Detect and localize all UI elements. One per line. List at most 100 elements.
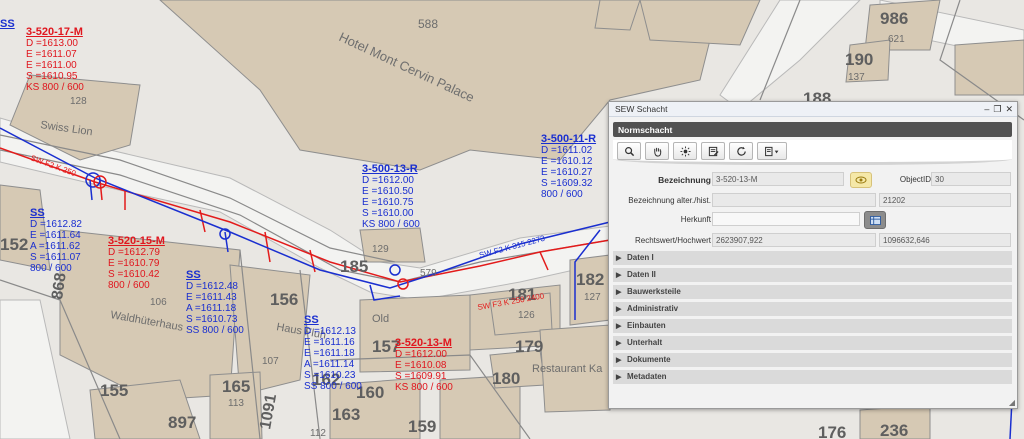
edit-form-button[interactable] <box>701 142 725 160</box>
manhole-id: 3-500-11-R <box>541 133 597 145</box>
manhole-value: S =1610.73 <box>186 314 238 325</box>
herkunft-picker-button[interactable] <box>864 211 886 229</box>
accordion-daten-i[interactable]: ▶ Daten I <box>613 251 1012 266</box>
manhole-id: 3-520-17-M <box>26 26 83 38</box>
manhole-id: SS <box>30 207 45 219</box>
objectid-field[interactable]: 30 <box>931 172 1011 186</box>
manhole-label-ss-1[interactable]: SS D =1612.82 E =1611.64 A =1611.62 S =16… <box>30 186 82 275</box>
accordion-label: Daten II <box>627 270 656 279</box>
section-title: Normschacht <box>618 125 673 135</box>
manhole-value: D =1612.79 <box>108 247 160 258</box>
manhole-value: E =1611.07 <box>26 49 77 60</box>
resize-grip-icon[interactable]: ◢ <box>1009 398 1015 407</box>
svg-text:179: 179 <box>515 337 543 356</box>
rechtswert-field[interactable]: 2623907,922 <box>712 233 876 247</box>
manhole-value: D =1612.13 <box>304 326 356 337</box>
manhole-label-3-500-11-r[interactable]: 3-500-11-R D =1611.02 E =1610.12 E =1610.… <box>541 112 597 201</box>
svg-text:112: 112 <box>310 428 326 439</box>
caret-right-icon: ▶ <box>616 357 622 364</box>
accordion-bauwerksteile[interactable]: ▶ Bauwerksteile <box>613 285 1012 300</box>
bezeichnung-field[interactable]: 3-520-13-M <box>712 172 844 186</box>
manhole-value: S =1609.32 <box>541 178 593 189</box>
manhole-value: D =1612.00 <box>362 175 414 186</box>
manhole-value: D =1612.48 <box>186 281 238 292</box>
restore-icon[interactable]: ❐ <box>993 104 1001 114</box>
manhole-value: A =1611.14 <box>304 359 355 370</box>
panel-title: SEW Schacht <box>615 104 668 114</box>
svg-text:126: 126 <box>518 310 535 321</box>
manhole-id: 3-520-15-M <box>108 235 165 247</box>
manhole-value: S =1611.07 <box>30 252 81 263</box>
manhole-value: E =1611.64 <box>30 230 81 241</box>
eye-icon <box>855 176 867 184</box>
hochwert-field[interactable]: 1096632,646 <box>879 233 1011 247</box>
caret-right-icon: ▶ <box>616 306 622 313</box>
manhole-label-ss-3[interactable]: SS D =1612.13 E =1611.16 E =1611.18 A =16… <box>304 293 362 393</box>
manhole-id: 3-520-13-M <box>395 337 452 349</box>
bezeichnung-alt-field[interactable] <box>712 193 876 207</box>
accordion-daten-ii[interactable]: ▶ Daten II <box>613 268 1012 283</box>
manhole-value: SS 800 / 600 <box>304 381 362 392</box>
manhole-value: KS 800 / 600 <box>362 219 420 230</box>
edit-list-icon <box>765 146 779 156</box>
accordion-label: Bauwerksteile <box>627 287 681 296</box>
zoom-button[interactable] <box>617 142 641 160</box>
manhole-value: E =1611.43 <box>186 292 237 303</box>
svg-text:165: 165 <box>222 377 250 396</box>
accordion-label: Unterhalt <box>627 338 663 347</box>
close-icon[interactable]: ✕ <box>1005 104 1013 114</box>
accordion-metadaten[interactable]: ▶ Metadaten <box>613 370 1012 385</box>
accordion-unterhalt[interactable]: ▶ Unterhalt <box>613 336 1012 351</box>
svg-text:128: 128 <box>70 96 87 107</box>
svg-text:897: 897 <box>168 413 196 432</box>
edit-list-dropdown[interactable] <box>757 142 787 160</box>
manhole-label-ss-4[interactable]: SS <box>0 0 15 41</box>
accordion-administrativ[interactable]: ▶ Administrativ <box>613 302 1012 317</box>
panel-toolbar <box>613 140 1012 165</box>
accordion-label: Einbauten <box>627 321 666 330</box>
panel-titlebar[interactable]: SEW Schacht – ❐ ✕ <box>609 102 1017 117</box>
manhole-value: D =1612.82 <box>30 219 82 230</box>
highlight-button[interactable] <box>673 142 697 160</box>
herkunft-field[interactable] <box>712 212 860 226</box>
manhole-value: E =1610.75 <box>362 197 414 208</box>
svg-text:185: 185 <box>340 257 368 276</box>
section-header: Normschacht <box>613 122 1012 137</box>
accordion-dokumente[interactable]: ▶ Dokumente <box>613 353 1012 368</box>
manhole-value: E =1610.08 <box>395 360 447 371</box>
manhole-label-3-500-13-r[interactable]: 3-500-13-R D =1612.00 E =1610.50 E =1610.… <box>362 142 420 231</box>
svg-text:Restaurant Ka: Restaurant Ka <box>532 363 603 375</box>
minimize-icon[interactable]: – <box>984 104 989 114</box>
manhole-value: E =1611.00 <box>26 60 77 71</box>
pan-button[interactable] <box>645 142 669 160</box>
caret-right-icon: ▶ <box>616 374 622 381</box>
manhole-value: S =1609.91 <box>395 371 447 382</box>
locate-button[interactable] <box>850 172 872 188</box>
manhole-label-ss-2[interactable]: SS D =1612.48 E =1611.43 A =1611.18 S =16… <box>186 248 244 337</box>
svg-text:107: 107 <box>262 356 279 367</box>
manhole-value: E =1610.79 <box>108 258 160 269</box>
caret-right-icon: ▶ <box>616 340 622 347</box>
map-label-588: 588 <box>418 17 438 31</box>
svg-text:127: 127 <box>584 292 601 303</box>
manhole-label-3-520-17-m[interactable]: 3-520-17-M D =1613.00 E =1611.07 E =1611.… <box>26 5 84 94</box>
bezeichnung-hist-field[interactable]: 21202 <box>879 193 1011 207</box>
svg-text:176: 176 <box>818 423 846 439</box>
refresh-button[interactable] <box>729 142 753 160</box>
svg-text:106: 106 <box>150 297 167 308</box>
accordion-label: Daten I <box>627 253 654 262</box>
manhole-label-3-520-15-m[interactable]: 3-520-15-M D =1612.79 E =1610.79 S =1610.… <box>108 214 165 292</box>
svg-text:190: 190 <box>845 50 873 69</box>
manhole-label-3-520-13-m[interactable]: 3-520-13-M D =1612.00 E =1610.08 S =1609.… <box>395 316 453 394</box>
svg-text:180: 180 <box>492 369 520 388</box>
sew-schacht-panel[interactable]: SEW Schacht – ❐ ✕ Normschacht Bezeichnun… <box>608 101 1018 409</box>
svg-text:156: 156 <box>270 290 298 309</box>
manhole-value: D =1611.02 <box>541 145 593 156</box>
svg-text:236: 236 <box>880 421 908 439</box>
svg-text:163: 163 <box>332 405 360 424</box>
accordion-label: Dokumente <box>627 355 671 364</box>
manhole-value: D =1612.00 <box>395 349 447 360</box>
manhole-value: E =1611.18 <box>304 348 355 359</box>
manhole-value: S =1610.42 <box>108 269 160 280</box>
accordion-einbauten[interactable]: ▶ Einbauten <box>613 319 1012 334</box>
